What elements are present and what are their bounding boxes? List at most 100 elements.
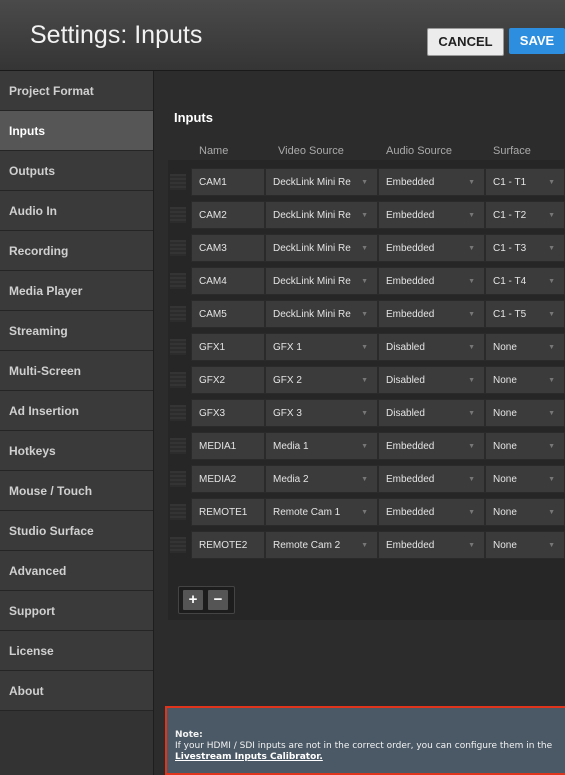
drag-handle-icon[interactable] bbox=[170, 471, 186, 487]
surface-select[interactable]: C1 - T2 ▼ bbox=[485, 201, 565, 229]
video-source-select[interactable]: DeckLink Mini Re ▼ bbox=[265, 234, 378, 262]
surface-select[interactable]: C1 - T3 ▼ bbox=[485, 234, 565, 262]
cell-value: None bbox=[493, 375, 517, 386]
chevron-down-icon: ▼ bbox=[468, 344, 475, 351]
drag-handle-icon[interactable] bbox=[170, 372, 186, 388]
audio-source-select[interactable]: Embedded ▼ bbox=[378, 465, 485, 493]
drag-handle-icon[interactable] bbox=[170, 438, 186, 454]
input-name-field[interactable]: CAM2 bbox=[191, 201, 265, 229]
video-source-select[interactable]: Media 2 ▼ bbox=[265, 465, 378, 493]
cell-value: Embedded bbox=[386, 507, 435, 518]
chevron-down-icon: ▼ bbox=[468, 443, 475, 450]
video-source-select[interactable]: GFX 3 ▼ bbox=[265, 399, 378, 427]
surface-select[interactable]: None ▼ bbox=[485, 531, 565, 559]
audio-source-select[interactable]: Embedded ▼ bbox=[378, 432, 485, 460]
drag-handle-icon[interactable] bbox=[170, 504, 186, 520]
audio-source-select[interactable]: Disabled ▼ bbox=[378, 399, 485, 427]
sidebar-item-outputs[interactable]: Outputs bbox=[0, 151, 153, 191]
surface-select[interactable]: None ▼ bbox=[485, 399, 565, 427]
video-source-select[interactable]: Remote Cam 2 ▼ bbox=[265, 531, 378, 559]
input-name-field[interactable]: CAM5 bbox=[191, 300, 265, 328]
video-source-select[interactable]: DeckLink Mini Re ▼ bbox=[265, 168, 378, 196]
surface-select[interactable]: C1 - T1 ▼ bbox=[485, 168, 565, 196]
add-input-button[interactable]: + bbox=[183, 590, 203, 610]
cell-value: None bbox=[493, 474, 517, 485]
sidebar-item-media-player[interactable]: Media Player bbox=[0, 271, 153, 311]
surface-select[interactable]: None ▼ bbox=[485, 333, 565, 361]
audio-source-select[interactable]: Embedded ▼ bbox=[378, 531, 485, 559]
cancel-button[interactable]: CANCEL bbox=[427, 28, 504, 56]
surface-select[interactable]: None ▼ bbox=[485, 465, 565, 493]
video-source-select[interactable]: Media 1 ▼ bbox=[265, 432, 378, 460]
video-source-select[interactable]: Remote Cam 1 ▼ bbox=[265, 498, 378, 526]
surface-select[interactable]: C1 - T5 ▼ bbox=[485, 300, 565, 328]
cell-value: GFX2 bbox=[199, 375, 226, 386]
drag-handle-icon[interactable] bbox=[170, 240, 186, 256]
table-row: GFX2 GFX 2 ▼ Disabled ▼ None ▼ bbox=[168, 366, 565, 394]
surface-select[interactable]: C1 - T4 ▼ bbox=[485, 267, 565, 295]
sidebar-item-audio-in[interactable]: Audio In bbox=[0, 191, 153, 231]
sidebar-item-inputs[interactable]: Inputs bbox=[0, 111, 153, 151]
surface-select[interactable]: None ▼ bbox=[485, 432, 565, 460]
video-source-select[interactable]: DeckLink Mini Re ▼ bbox=[265, 267, 378, 295]
drag-handle-icon[interactable] bbox=[170, 306, 186, 322]
cell-value: C1 - T4 bbox=[493, 276, 527, 287]
cell-value: Disabled bbox=[386, 408, 425, 419]
sidebar-item-streaming[interactable]: Streaming bbox=[0, 311, 153, 351]
sidebar-item-mouse-touch[interactable]: Mouse / Touch bbox=[0, 471, 153, 511]
sidebar-item-advanced[interactable]: Advanced bbox=[0, 551, 153, 591]
input-name-field[interactable]: REMOTE1 bbox=[191, 498, 265, 526]
audio-source-select[interactable]: Embedded ▼ bbox=[378, 300, 485, 328]
column-header-name: Name bbox=[199, 145, 229, 157]
drag-handle-icon[interactable] bbox=[170, 339, 186, 355]
audio-source-select[interactable]: Embedded ▼ bbox=[378, 234, 485, 262]
chevron-down-icon: ▼ bbox=[361, 542, 368, 549]
input-name-field[interactable]: MEDIA2 bbox=[191, 465, 265, 493]
video-source-select[interactable]: GFX 2 ▼ bbox=[265, 366, 378, 394]
sidebar-item-about[interactable]: About bbox=[0, 671, 153, 711]
sidebar-item-license[interactable]: License bbox=[0, 631, 153, 671]
drag-handle-icon[interactable] bbox=[170, 174, 186, 190]
video-source-select[interactable]: DeckLink Mini Re ▼ bbox=[265, 300, 378, 328]
sidebar-item-ad-insertion[interactable]: Ad Insertion bbox=[0, 391, 153, 431]
drag-handle-icon[interactable] bbox=[170, 207, 186, 223]
input-name-field[interactable]: MEDIA1 bbox=[191, 432, 265, 460]
input-name-field[interactable]: GFX3 bbox=[191, 399, 265, 427]
audio-source-select[interactable]: Embedded ▼ bbox=[378, 201, 485, 229]
audio-source-select[interactable]: Embedded ▼ bbox=[378, 168, 485, 196]
sidebar-item-hotkeys[interactable]: Hotkeys bbox=[0, 431, 153, 471]
chevron-down-icon: ▼ bbox=[548, 509, 555, 516]
sidebar-item-support[interactable]: Support bbox=[0, 591, 153, 631]
drag-handle-icon[interactable] bbox=[170, 537, 186, 553]
audio-source-select[interactable]: Disabled ▼ bbox=[378, 333, 485, 361]
input-name-field[interactable]: GFX1 bbox=[191, 333, 265, 361]
table-row: CAM1 DeckLink Mini Re ▼ Embedded ▼ C1 - T1 ▼ bbox=[168, 168, 565, 196]
inputs-calibrator-link[interactable]: Livestream Inputs Calibrator. bbox=[175, 752, 323, 762]
sidebar-item-project-format[interactable]: Project Format bbox=[0, 71, 153, 111]
sidebar-item-studio-surface[interactable]: Studio Surface bbox=[0, 511, 153, 551]
surface-select[interactable]: None ▼ bbox=[485, 498, 565, 526]
audio-source-select[interactable]: Embedded ▼ bbox=[378, 267, 485, 295]
chevron-down-icon: ▼ bbox=[361, 377, 368, 384]
input-name-field[interactable]: CAM3 bbox=[191, 234, 265, 262]
sidebar-item-multi-screen[interactable]: Multi-Screen bbox=[0, 351, 153, 391]
input-name-field[interactable]: GFX2 bbox=[191, 366, 265, 394]
video-source-select[interactable]: GFX 1 ▼ bbox=[265, 333, 378, 361]
cell-value: MEDIA1 bbox=[199, 441, 237, 452]
surface-select[interactable]: None ▼ bbox=[485, 366, 565, 394]
input-name-field[interactable]: CAM4 bbox=[191, 267, 265, 295]
drag-handle-icon[interactable] bbox=[170, 405, 186, 421]
video-source-select[interactable]: DeckLink Mini Re ▼ bbox=[265, 201, 378, 229]
table-row: CAM4 DeckLink Mini Re ▼ Embedded ▼ C1 - T4 ▼ bbox=[168, 267, 565, 295]
cell-value: GFX1 bbox=[199, 342, 226, 353]
input-name-field[interactable]: REMOTE2 bbox=[191, 531, 265, 559]
remove-input-button[interactable]: − bbox=[208, 590, 228, 610]
audio-source-select[interactable]: Disabled ▼ bbox=[378, 366, 485, 394]
cell-value: Embedded bbox=[386, 210, 435, 221]
save-button[interactable]: SAVE bbox=[509, 28, 565, 54]
drag-handle-icon[interactable] bbox=[170, 273, 186, 289]
audio-source-select[interactable]: Embedded ▼ bbox=[378, 498, 485, 526]
sidebar-item-recording[interactable]: Recording bbox=[0, 231, 153, 271]
input-name-field[interactable]: CAM1 bbox=[191, 168, 265, 196]
chevron-down-icon: ▼ bbox=[361, 410, 368, 417]
